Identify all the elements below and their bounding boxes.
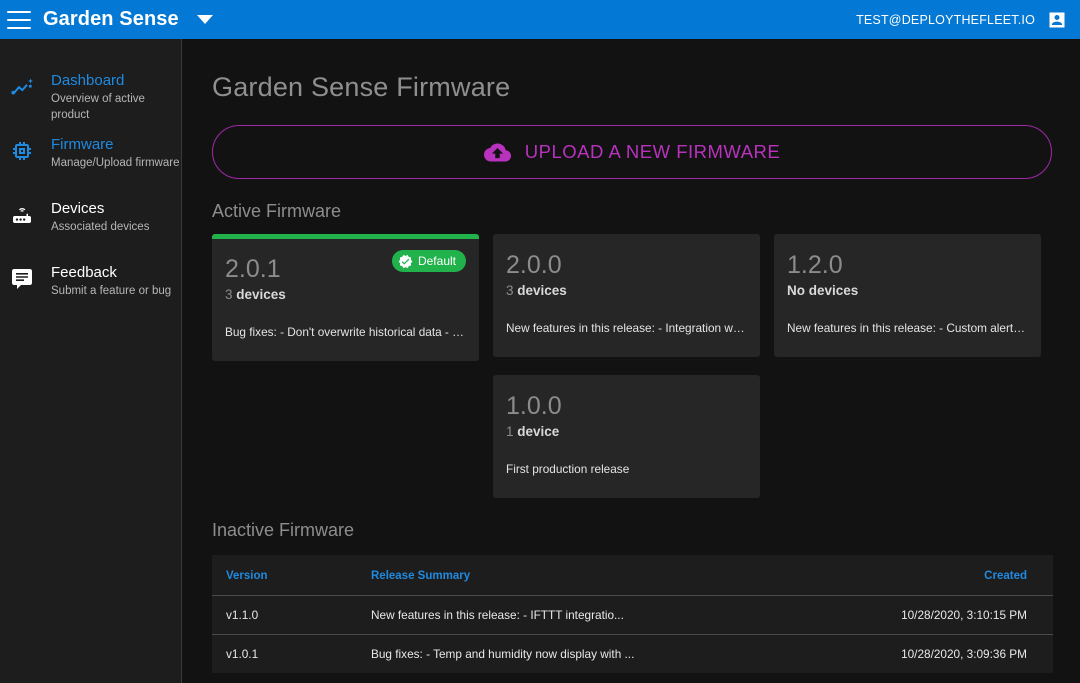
device-count-number: 1 bbox=[506, 424, 514, 439]
firmware-card[interactable]: 2.0.1 3 devices Default Bug fixes: - Don… bbox=[212, 234, 479, 361]
sidebar-item-dashboard[interactable]: Dashboard Overview of active product bbox=[0, 55, 181, 119]
sidebar-item-subtitle: Submit a feature or bug bbox=[51, 283, 171, 299]
memory-chip-icon bbox=[10, 139, 34, 163]
inactive-firmware-table: Version Release Summary Created v1.1.0 N… bbox=[212, 555, 1053, 673]
active-firmware-heading: Active Firmware bbox=[183, 179, 1080, 222]
device-count-word: device bbox=[517, 424, 559, 439]
cell-created: 10/28/2020, 3:09:36 PM bbox=[857, 635, 1053, 674]
device-count-number: 3 bbox=[506, 283, 514, 298]
firmware-version: 2.0.0 bbox=[506, 251, 747, 279]
firmware-card[interactable]: 1.0.0 1 device First production release bbox=[493, 375, 760, 498]
hamburger-menu-icon[interactable] bbox=[7, 11, 31, 29]
sidebar-item-label: Dashboard bbox=[51, 71, 181, 90]
message-icon bbox=[10, 267, 34, 291]
firmware-release-summary: Bug fixes: - Don't overwrite historical … bbox=[225, 325, 466, 339]
sidebar-item-label: Feedback bbox=[51, 263, 171, 282]
page-title: Garden Sense Firmware bbox=[183, 39, 1080, 103]
status-badge: Default bbox=[392, 250, 466, 272]
firmware-release-summary: New features in this release: - Custom a… bbox=[787, 321, 1028, 335]
firmware-release-summary: First production release bbox=[506, 462, 747, 476]
sidebar-item-subtitle: Associated devices bbox=[51, 219, 149, 235]
sidebar-item-feedback[interactable]: Feedback Submit a feature or bug bbox=[0, 247, 181, 311]
device-count-word: devices bbox=[517, 283, 567, 298]
sidebar-item-label: Devices bbox=[51, 199, 149, 218]
firmware-version: 1.0.0 bbox=[506, 392, 747, 420]
top-app-bar: Garden Sense TEST@DEPLOYTHEFLEET.IO bbox=[0, 0, 1080, 39]
firmware-device-count: No devices bbox=[787, 283, 1028, 298]
device-count-word: devices bbox=[236, 287, 286, 302]
main-content: Garden Sense Firmware UPLOAD A NEW FIRMW… bbox=[183, 39, 1080, 683]
sidebar-navigation: Dashboard Overview of active product Fir… bbox=[0, 39, 182, 683]
insights-chart-icon bbox=[10, 75, 34, 99]
table-row[interactable]: v1.1.0 New features in this release: - I… bbox=[212, 596, 1053, 635]
table-header-row: Version Release Summary Created bbox=[212, 555, 1053, 596]
cell-release-summary: New features in this release: - IFTTT in… bbox=[357, 596, 857, 635]
device-count-number: 3 bbox=[225, 287, 233, 302]
column-header-created[interactable]: Created bbox=[857, 555, 1053, 596]
router-icon bbox=[10, 203, 34, 227]
table-row[interactable]: v1.0.1 Bug fixes: - Temp and humidity no… bbox=[212, 635, 1053, 674]
sidebar-item-devices[interactable]: Devices Associated devices bbox=[0, 183, 181, 247]
upload-button-label: UPLOAD A NEW FIRMWARE bbox=[525, 141, 780, 163]
firmware-release-summary: New features in this release: - Integrat… bbox=[506, 321, 747, 335]
active-firmware-card-grid: 2.0.1 3 devices Default Bug fixes: - Don… bbox=[183, 222, 1052, 498]
inactive-firmware-heading: Inactive Firmware bbox=[183, 498, 1080, 541]
sidebar-item-label: Firmware bbox=[51, 135, 179, 154]
status-badge-label: Default bbox=[418, 254, 456, 268]
firmware-version: 1.2.0 bbox=[787, 251, 1028, 279]
sidebar-item-firmware[interactable]: Firmware Manage/Upload firmware bbox=[0, 119, 181, 183]
firmware-device-count: 1 device bbox=[506, 424, 747, 439]
cell-created: 10/28/2020, 3:10:15 PM bbox=[857, 596, 1053, 635]
app-title: Garden Sense bbox=[43, 8, 179, 31]
cell-release-summary: Bug fixes: - Temp and humidity now displ… bbox=[357, 635, 857, 674]
cell-version: v1.1.0 bbox=[212, 596, 357, 635]
verified-check-icon bbox=[398, 254, 413, 269]
column-header-version[interactable]: Version bbox=[212, 555, 357, 596]
cloud-upload-icon bbox=[484, 139, 511, 166]
appbar-account-area: TEST@DEPLOYTHEFLEET.IO bbox=[856, 10, 1080, 30]
grid-spacer bbox=[212, 375, 479, 376]
column-header-release-summary[interactable]: Release Summary bbox=[357, 555, 857, 596]
firmware-card[interactable]: 1.2.0 No devices New features in this re… bbox=[774, 234, 1041, 357]
sidebar-item-subtitle: Manage/Upload firmware bbox=[51, 155, 179, 171]
firmware-device-count: 3 devices bbox=[506, 283, 747, 298]
firmware-device-count: 3 devices bbox=[225, 287, 466, 302]
account-email: TEST@DEPLOYTHEFLEET.IO bbox=[856, 13, 1035, 27]
chevron-down-icon[interactable] bbox=[197, 15, 213, 24]
device-count-word: No devices bbox=[787, 283, 858, 298]
account-box-icon[interactable] bbox=[1047, 10, 1067, 30]
sidebar-item-subtitle: Overview of active product bbox=[51, 91, 181, 123]
upload-new-firmware-button[interactable]: UPLOAD A NEW FIRMWARE bbox=[212, 125, 1052, 179]
cell-version: v1.0.1 bbox=[212, 635, 357, 674]
firmware-card[interactable]: 2.0.0 3 devices New features in this rel… bbox=[493, 234, 760, 357]
